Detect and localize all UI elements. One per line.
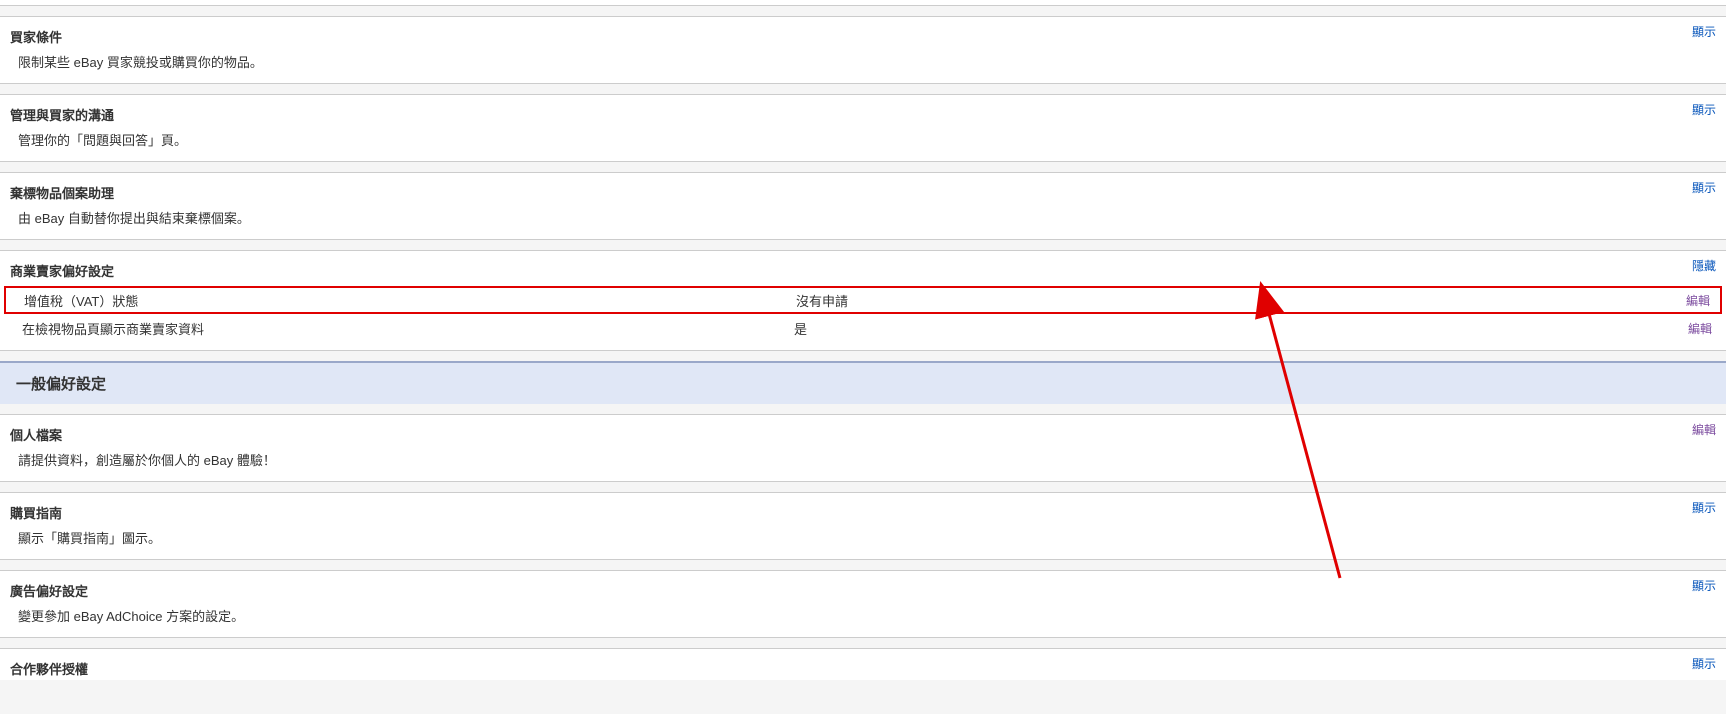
section-title: 廣告偏好設定 — [0, 571, 1726, 606]
section-desc: 顯示「購買指南」圖示。 — [0, 528, 1726, 559]
show-link[interactable]: 顯示 — [1692, 179, 1716, 196]
section-manage-communication: 顯示 管理與買家的溝通 管理你的「問題與回答」頁。 — [0, 94, 1726, 162]
row-label: 在檢視物品頁顯示商業賣家資料 — [4, 319, 784, 338]
section-desc: 管理你的「問題與回答」頁。 — [0, 130, 1726, 161]
row-vat-status: 增值稅（VAT）狀態 沒有申請 編輯 — [4, 286, 1722, 314]
section-desc: 由 eBay 自動替你提出與結束棄標個案。 — [0, 208, 1726, 239]
show-link[interactable]: 顯示 — [1692, 101, 1716, 118]
section-desc: 變更參加 eBay AdChoice 方案的設定。 — [0, 606, 1726, 637]
edit-link[interactable]: 編輯 — [1686, 294, 1710, 308]
edit-link[interactable]: 編輯 — [1688, 322, 1712, 336]
show-link[interactable]: 顯示 — [1692, 577, 1716, 594]
section-personal-profile: 編輯 個人檔案 請提供資料，創造屬於你個人的 eBay 體驗！ — [0, 414, 1726, 482]
show-link[interactable]: 顯示 — [1692, 499, 1716, 516]
section-title: 個人檔案 — [0, 415, 1726, 450]
row-value: 是 — [784, 319, 1662, 338]
row-value: 沒有申請 — [786, 291, 1660, 310]
section-buying-guide: 顯示 購買指南 顯示「購買指南」圖示。 — [0, 492, 1726, 560]
section-ad-preferences: 顯示 廣告偏好設定 變更參加 eBay AdChoice 方案的設定。 — [0, 570, 1726, 638]
section-title: 棄標物品個案助理 — [0, 173, 1726, 208]
hide-link[interactable]: 隱藏 — [1692, 257, 1716, 274]
show-link[interactable]: 顯示 — [1692, 23, 1716, 40]
show-link[interactable]: 顯示 — [1692, 655, 1716, 672]
section-desc: 請提供資料，創造屬於你個人的 eBay 體驗！ — [0, 450, 1726, 481]
section-title: 商業賣家偏好設定 — [0, 251, 1726, 286]
section-desc: 限制某些 eBay 買家競投或購買你的物品。 — [0, 52, 1726, 83]
section-business-seller-prefs: 隱藏 商業賣家偏好設定 增值稅（VAT）狀態 沒有申請 編輯 在檢視物品頁顯示商… — [0, 250, 1726, 351]
top-divider — [0, 0, 1726, 6]
section-title: 合作夥伴授權 — [0, 649, 1726, 680]
row-label: 增值稅（VAT）狀態 — [6, 291, 786, 310]
section-title: 購買指南 — [0, 493, 1726, 528]
section-partner-authorization: 顯示 合作夥伴授權 — [0, 648, 1726, 680]
edit-link[interactable]: 編輯 — [1692, 421, 1716, 438]
section-abandoned-item-assistant: 顯示 棄標物品個案助理 由 eBay 自動替你提出與結束棄標個案。 — [0, 172, 1726, 240]
section-title: 管理與買家的溝通 — [0, 95, 1726, 130]
row-show-business-info: 在檢視物品頁顯示商業賣家資料 是 編輯 — [0, 314, 1726, 342]
section-title: 買家條件 — [0, 17, 1726, 52]
section-buyer-requirements: 顯示 買家條件 限制某些 eBay 買家競投或購買你的物品。 — [0, 16, 1726, 84]
general-preferences-header: 一般偏好設定 — [0, 361, 1726, 404]
